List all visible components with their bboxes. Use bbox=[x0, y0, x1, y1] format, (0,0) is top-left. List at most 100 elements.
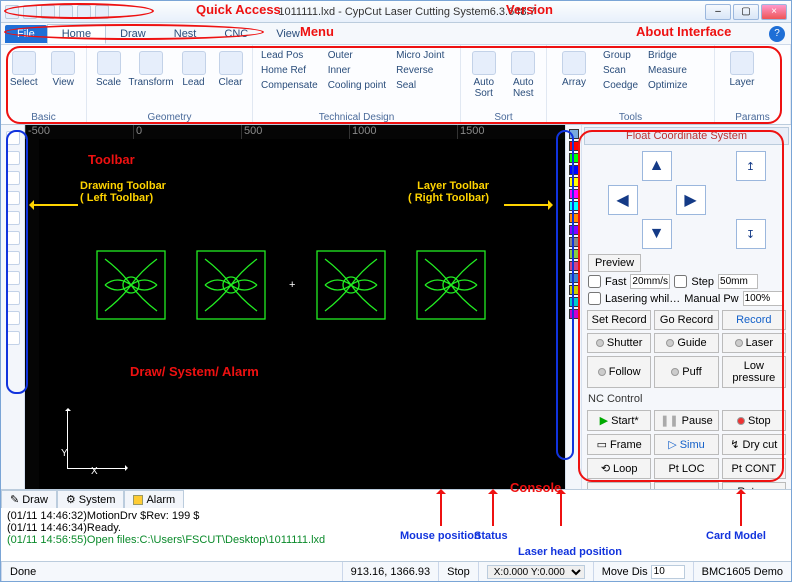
seal-button[interactable]: Seal bbox=[394, 79, 446, 92]
homeref-button[interactable]: Home Ref bbox=[259, 64, 320, 77]
step-checkbox[interactable] bbox=[674, 275, 687, 288]
layer-chip[interactable] bbox=[569, 225, 579, 235]
tool-icon[interactable] bbox=[6, 131, 20, 145]
leadpos-button[interactable]: Lead Pos bbox=[259, 49, 320, 62]
puff-button[interactable]: Puff bbox=[654, 356, 718, 388]
microjoint-button[interactable]: Micro Joint bbox=[394, 49, 446, 62]
qat-btn[interactable] bbox=[23, 5, 37, 19]
minimize-button[interactable]: – bbox=[705, 4, 731, 20]
coord-system-dropdown[interactable]: Float Coordinate System bbox=[584, 127, 789, 145]
qat-btn[interactable] bbox=[59, 5, 73, 19]
jog-up-button[interactable]: ▲ bbox=[642, 151, 672, 181]
layer-chip[interactable] bbox=[569, 213, 579, 223]
manualpw-input[interactable] bbox=[743, 291, 783, 306]
frame-button[interactable]: ▭Frame bbox=[587, 434, 651, 455]
setrecord-button[interactable]: Set Record bbox=[587, 310, 651, 330]
scale-button[interactable]: Scale bbox=[93, 47, 124, 88]
tool-icon[interactable] bbox=[6, 291, 20, 305]
tool-icon[interactable] bbox=[6, 151, 20, 165]
tool-icon[interactable] bbox=[6, 231, 20, 245]
clear-button[interactable]: Clear bbox=[215, 47, 246, 88]
compensate-button[interactable]: Compensate bbox=[259, 79, 320, 92]
lasering-checkbox[interactable] bbox=[588, 292, 601, 305]
maximize-button[interactable]: ▢ bbox=[733, 4, 759, 20]
select-button[interactable]: Select bbox=[7, 47, 41, 88]
start-button[interactable]: ▶Start* bbox=[587, 410, 651, 431]
tab-draw[interactable]: Draw bbox=[106, 25, 160, 43]
file-menu[interactable]: File bbox=[5, 25, 47, 43]
outer-button[interactable]: Outer bbox=[326, 49, 388, 62]
stop-button[interactable]: Stop bbox=[722, 410, 786, 431]
about-button[interactable]: ? bbox=[769, 26, 785, 42]
tool-icon[interactable] bbox=[6, 211, 20, 225]
z-up-button[interactable]: ↥ bbox=[736, 151, 766, 181]
layer-chip[interactable] bbox=[569, 297, 579, 307]
tab-draw-log[interactable]: ✎Draw bbox=[1, 490, 57, 508]
preview-button[interactable]: Preview bbox=[588, 254, 641, 272]
layer-chip[interactable] bbox=[569, 177, 579, 187]
layer-chip[interactable] bbox=[569, 261, 579, 271]
tab-view[interactable]: View bbox=[262, 25, 314, 43]
jog-down-button[interactable]: ▼ bbox=[642, 219, 672, 249]
cooling-button[interactable]: Cooling point bbox=[326, 79, 388, 92]
transform-button[interactable]: Transform bbox=[130, 47, 172, 88]
inner-button[interactable]: Inner bbox=[326, 64, 388, 77]
view-button[interactable]: View bbox=[47, 47, 81, 88]
tool-icon[interactable] bbox=[6, 331, 20, 345]
movedis-input[interactable] bbox=[651, 565, 685, 579]
ptcont-button[interactable]: Pt CONT bbox=[722, 458, 786, 479]
guide-button[interactable]: Guide bbox=[654, 333, 718, 353]
drycut-button[interactable]: ↯Dry cut bbox=[722, 434, 786, 455]
optimize-button[interactable]: Optimize bbox=[646, 79, 689, 92]
tab-home[interactable]: Home bbox=[47, 24, 106, 44]
qat-btn[interactable] bbox=[77, 5, 91, 19]
layer-button[interactable]: Layer bbox=[721, 47, 763, 88]
step-input[interactable] bbox=[718, 274, 758, 289]
laser-button[interactable]: Laser bbox=[722, 333, 786, 353]
array-button[interactable]: Array bbox=[553, 47, 595, 88]
qat-btn[interactable] bbox=[41, 5, 55, 19]
follow-button[interactable]: Follow bbox=[587, 356, 651, 388]
scan-button[interactable]: Scan bbox=[601, 64, 640, 77]
gorecord-button[interactable]: Go Record bbox=[654, 310, 718, 330]
jog-left-button[interactable]: ◀ bbox=[608, 185, 638, 215]
measure-button[interactable]: Measure bbox=[646, 64, 689, 77]
record-button[interactable]: Record bbox=[722, 310, 786, 330]
drawing-canvas[interactable]: Y X + bbox=[39, 139, 565, 489]
status-xy[interactable]: X:0.000 Y:0.000 bbox=[478, 562, 593, 581]
tab-alarm-log[interactable]: Alarm bbox=[124, 490, 184, 508]
tab-system-log[interactable]: ⚙System bbox=[57, 490, 125, 508]
group-button[interactable]: Group bbox=[601, 49, 640, 62]
layer-chip[interactable] bbox=[569, 141, 579, 151]
tool-icon[interactable] bbox=[6, 271, 20, 285]
coedge-button[interactable]: Coedge bbox=[601, 79, 640, 92]
tab-cnc[interactable]: CNC bbox=[210, 25, 262, 43]
layer-chip[interactable] bbox=[569, 153, 579, 163]
qat-btn[interactable] bbox=[5, 5, 19, 19]
layer-chip[interactable] bbox=[569, 309, 579, 319]
fast-input[interactable] bbox=[630, 274, 670, 289]
shutter-button[interactable]: Shutter bbox=[587, 333, 651, 353]
jog-right-button[interactable]: ▶ bbox=[676, 185, 706, 215]
lead-button[interactable]: Lead bbox=[178, 47, 209, 88]
layer-chip[interactable] bbox=[569, 201, 579, 211]
tab-nest[interactable]: Nest bbox=[160, 25, 211, 43]
layer-chip[interactable] bbox=[569, 249, 579, 259]
layer-chip[interactable] bbox=[569, 165, 579, 175]
layer-chip[interactable] bbox=[569, 285, 579, 295]
close-button[interactable]: × bbox=[761, 4, 787, 20]
tool-icon[interactable] bbox=[6, 191, 20, 205]
qat-btn[interactable] bbox=[95, 5, 109, 19]
layer-chip[interactable] bbox=[569, 129, 579, 139]
z-down-button[interactable]: ↧ bbox=[736, 219, 766, 249]
ptloc-button[interactable]: Pt LOC bbox=[654, 458, 718, 479]
pause-button[interactable]: ❚❚Pause bbox=[654, 410, 718, 431]
simu-button[interactable]: ▷Simu bbox=[654, 434, 718, 455]
tool-icon[interactable] bbox=[6, 171, 20, 185]
autonest-button[interactable]: Auto Nest bbox=[507, 47, 541, 99]
layer-chip[interactable] bbox=[569, 237, 579, 247]
loop-button[interactable]: ⟲Loop bbox=[587, 458, 651, 479]
autosort-button[interactable]: Auto Sort bbox=[467, 47, 501, 99]
layer-chip[interactable] bbox=[569, 273, 579, 283]
lowpressure-button[interactable]: Low pressure bbox=[722, 356, 786, 388]
